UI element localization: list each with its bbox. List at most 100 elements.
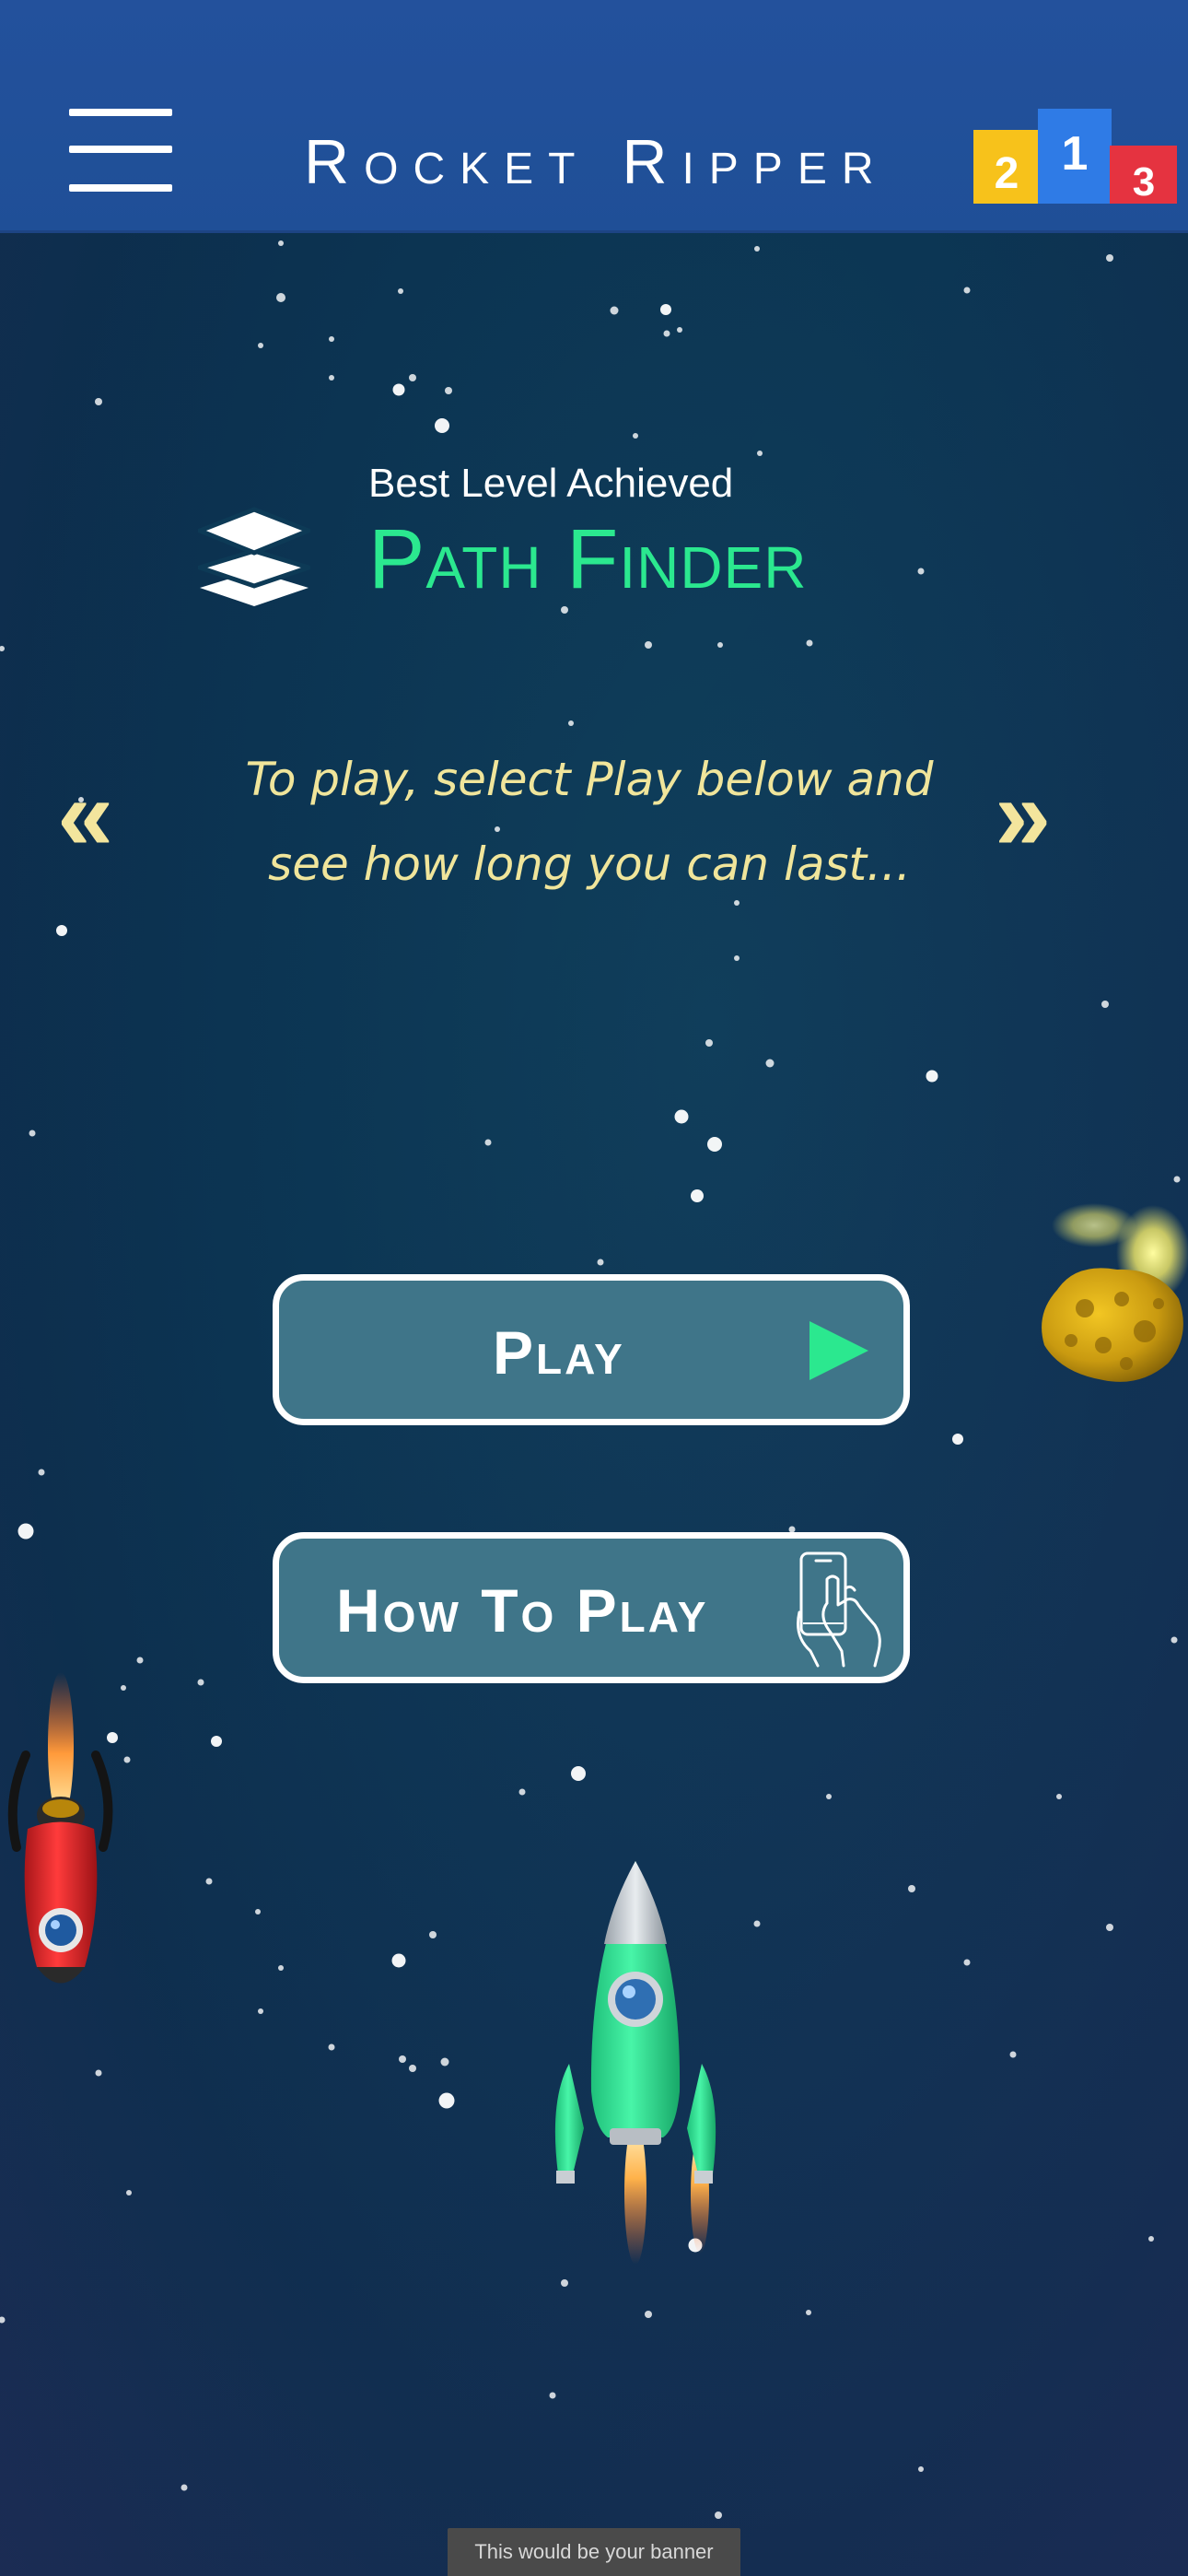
star [181,2484,188,2491]
star [1056,1794,1062,1799]
podium-rank-3: 3 [1133,159,1155,205]
star [734,955,740,961]
star [963,287,971,294]
star [806,2310,811,2315]
star [399,2055,406,2063]
star [549,2392,556,2399]
layers-icon [198,507,310,606]
star [691,1189,704,1202]
play-button[interactable]: Play [273,1274,910,1425]
menu-bar-top [69,109,172,116]
star [754,246,760,252]
star [707,1137,722,1152]
star [753,1920,761,1927]
star [1101,1001,1109,1008]
menu-bar-bottom [69,184,172,192]
star [409,2065,416,2072]
how-to-play-button[interactable]: How To Play [273,1532,910,1683]
star [329,336,334,342]
star [258,2008,263,2014]
star [95,2069,102,2077]
star [126,2190,132,2195]
hamburger-menu-button[interactable] [57,101,177,203]
app-header: Rocket Ripper 2 1 3 [0,0,1188,233]
star [328,2043,335,2051]
star [757,451,763,456]
best-level-name: Path Finder [368,512,808,606]
star [806,639,813,647]
star [645,2311,652,2318]
star [717,642,723,648]
star [663,330,670,337]
play-triangle-icon [809,1321,868,1380]
play-button-label: Play [493,1318,625,1387]
star [645,641,652,649]
how-to-play-button-label: How To Play [336,1576,709,1645]
star [908,1885,915,1892]
star [952,1434,963,1445]
star [17,1523,34,1540]
star [610,306,619,315]
star [440,2057,449,2067]
star [258,343,263,348]
next-tip-arrow-icon[interactable]: » [995,765,1051,866]
star [1106,1924,1113,1931]
star [409,374,416,381]
star [197,1679,204,1686]
star [95,398,102,405]
star [56,925,67,936]
star [276,293,285,302]
star [597,1259,604,1266]
star [674,1109,689,1124]
star [1171,1636,1178,1644]
star [0,2316,6,2324]
star [918,2466,924,2472]
star [660,304,671,315]
best-level-panel: Best Level Achieved Path Finder [198,461,1027,617]
app-title: Rocket Ripper [304,127,889,197]
star [963,1959,971,1966]
star [0,646,5,651]
star [1148,2236,1154,2242]
star [435,418,449,433]
star [1173,1176,1181,1183]
best-level-caption: Best Level Achieved [368,461,734,506]
star [1106,254,1113,262]
star [438,2092,455,2109]
star [391,1953,406,1968]
star [29,1130,36,1137]
star [429,1931,437,1938]
star [136,1657,144,1664]
star [765,1059,775,1068]
podium-rank-1: 1 [1062,127,1089,181]
star [392,383,405,396]
star [205,1878,213,1885]
star [329,375,334,381]
star [715,2512,722,2519]
star [445,387,452,394]
ad-banner[interactable]: This would be your banner [448,2528,740,2576]
star [255,1909,261,1914]
star [278,240,284,246]
star [826,1794,832,1799]
previous-tip-arrow-icon[interactable]: « [57,765,113,866]
menu-bar-middle [69,146,172,153]
leaderboard-icon[interactable]: 2 1 3 [972,107,1179,208]
asteroid-obstacle [1042,1203,1188,1382]
star [705,1039,713,1047]
star [398,288,403,294]
podium-rank-2: 2 [995,149,1019,198]
star [38,1469,45,1476]
player-rocket-green [554,1861,716,2265]
tip-text: To play, select Play below and see how l… [245,753,934,891]
star [518,1788,526,1796]
enemy-rocket-red [7,1672,113,1984]
star [211,1736,222,1747]
phone-touch-icon [797,1551,881,1668]
tip-carousel: « To play, select Play below and see how… [0,728,1188,903]
star [568,720,574,726]
star [1009,2051,1017,2058]
star [677,327,682,333]
star [926,1070,938,1083]
star [571,1766,586,1781]
